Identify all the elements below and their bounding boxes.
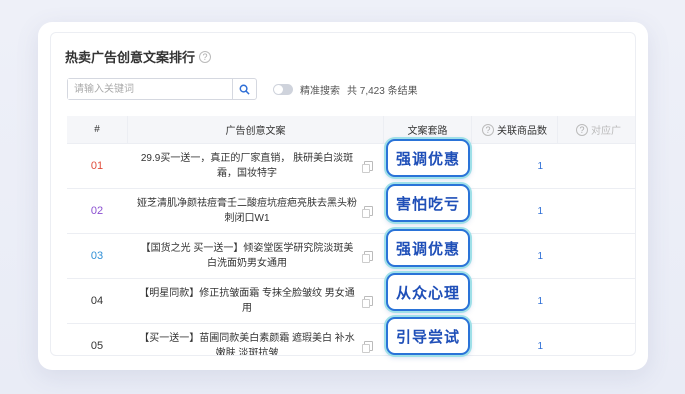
col-extra-label: 对应广 (591, 126, 621, 137)
panel-title-text: 热卖广告创意文案排行 (65, 50, 196, 65)
precise-search-toggle[interactable] (273, 84, 293, 95)
product-count[interactable]: 1 (471, 189, 557, 233)
ad-copy-text: 【国货之光 买一送一】倾姿堂医学研究院淡斑美白洗面奶男女通用 (140, 243, 354, 269)
copy-icon[interactable] (362, 206, 373, 218)
row-number: 04 (90, 295, 104, 307)
route-tag[interactable]: 害怕吃亏 (386, 184, 470, 222)
table-row[interactable]: 02 娅芝清肌净颜祛痘膏壬二酸痘坑痘疤亮肤去黑头粉刺闭口W1 1 (67, 189, 635, 234)
search-input[interactable] (68, 79, 232, 99)
panel-title: 热卖广告创意文案排行 ? (65, 47, 212, 66)
product-count[interactable]: 1 (471, 279, 557, 323)
table-row[interactable]: 01 29.9买一送一，真正的厂家直销， 肤研美白淡斑霜，国妆特字 1 (67, 144, 635, 189)
product-count[interactable]: 1 (471, 144, 557, 188)
product-count[interactable]: 1 (471, 234, 557, 278)
help-icon: ? (576, 123, 588, 136)
table-header: # 广告创意文案 文案套路 ? 关联商品数 ? 对应广 (67, 116, 635, 144)
copy-icon[interactable] (362, 341, 373, 353)
col-ad-copy: 广告创意文案 (127, 116, 383, 143)
result-count: 共 7,423 条结果 (347, 86, 418, 97)
route-tag[interactable]: 引导尝试 (386, 317, 470, 355)
row-number: 05 (90, 340, 104, 352)
col-product-count-label: 关联商品数 (497, 126, 547, 137)
ranking-table: # 广告创意文案 文案套路 ? 关联商品数 ? 对应广 01 29.9买一送一，… (67, 116, 635, 356)
row-number: 03 (90, 250, 104, 262)
route-tag[interactable]: 强调优惠 (386, 139, 470, 177)
search-box (67, 78, 257, 100)
help-icon: ? (482, 123, 494, 136)
ranking-panel: 热卖广告创意文案排行 ? 精准搜索 共 7,423 条结果 # 广告创意文案 文… (50, 32, 636, 356)
precise-search-label: 精准搜索 (300, 86, 340, 97)
ad-copy-text: 【明星同款】修正抗皱面霜 专抹全脸皱纹 男女通用 (139, 288, 355, 314)
route-tag[interactable]: 强调优惠 (386, 229, 470, 267)
copy-icon[interactable] (362, 296, 373, 308)
copy-icon[interactable] (362, 161, 373, 173)
table-row[interactable]: 03 【国货之光 买一送一】倾姿堂医学研究院淡斑美白洗面奶男女通用 1 (67, 234, 635, 279)
table-row[interactable]: 04 【明星同款】修正抗皱面霜 专抹全脸皱纹 男女通用 1 (67, 279, 635, 324)
product-count[interactable]: 1 (471, 324, 557, 355)
col-product-count[interactable]: ? 关联商品数 (471, 116, 557, 143)
copy-icon[interactable] (362, 251, 373, 263)
search-icon[interactable] (232, 79, 256, 99)
ranking-card: 热卖广告创意文案排行 ? 精准搜索 共 7,423 条结果 # 广告创意文案 文… (38, 22, 648, 370)
col-number: # (94, 124, 100, 135)
ad-copy-text: 【买一送一】苗圃同款美白素颜霜 遮瑕美白 补水嫩肤 淡斑抗皱 (139, 333, 355, 356)
ad-copy-text: 娅芝清肌净颜祛痘膏壬二酸痘坑痘疤亮肤去黑头粉刺闭口W1 (137, 198, 357, 224)
row-number: 02 (90, 205, 104, 217)
help-icon[interactable]: ? (199, 50, 212, 63)
row-number: 01 (90, 160, 104, 172)
route-tag[interactable]: 从众心理 (386, 273, 470, 311)
col-extra[interactable]: ? 对应广 (557, 116, 635, 143)
ad-copy-text: 29.9买一送一，真正的厂家直销， 肤研美白淡斑霜，国妆特字 (140, 153, 354, 179)
table-row[interactable]: 05 【买一送一】苗圃同款美白素颜霜 遮瑕美白 补水嫩肤 淡斑抗皱 1 (67, 324, 635, 356)
